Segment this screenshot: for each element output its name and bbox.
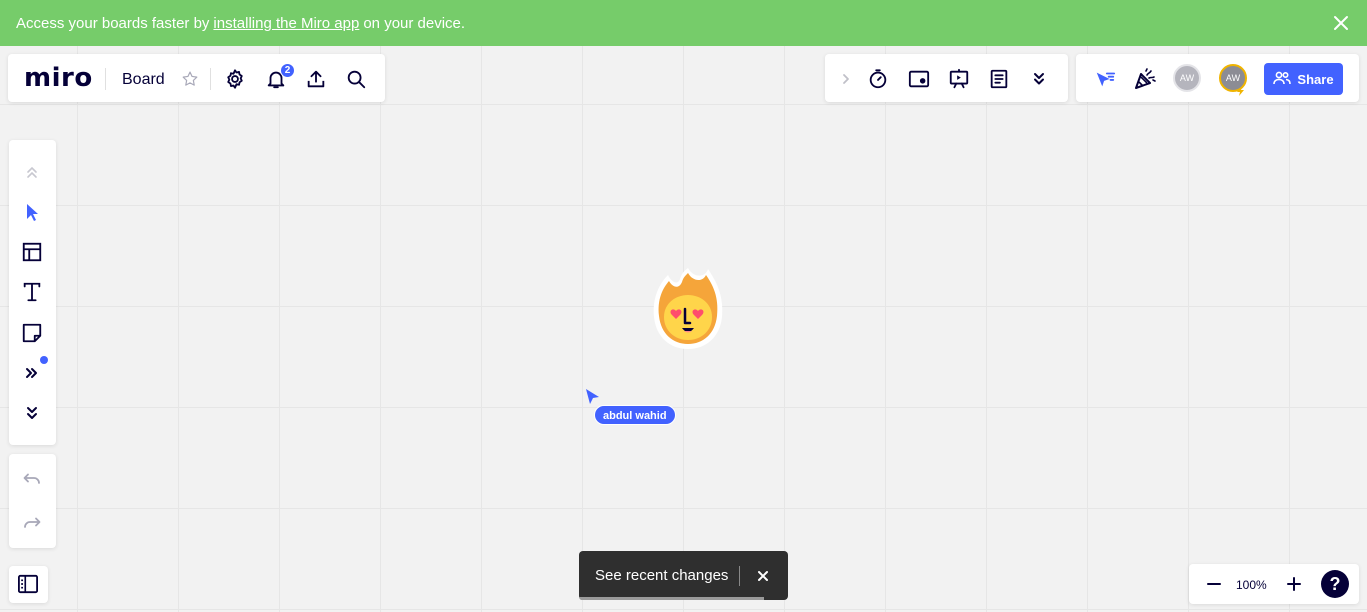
text-tool-icon[interactable] [16, 276, 48, 308]
left-toolbar [9, 140, 56, 445]
board-tools-panel [825, 54, 1068, 102]
zoom-panel: 100% ? [1189, 564, 1359, 604]
history-toolbar [9, 454, 56, 548]
collaborator-cursor-icon [585, 388, 601, 406]
board-name[interactable]: Board [122, 71, 165, 89]
collaborator-avatar[interactable]: AW [1173, 64, 1201, 92]
gear-icon[interactable] [219, 63, 251, 95]
presentation-icon[interactable] [943, 63, 975, 95]
people-icon [1273, 71, 1292, 88]
star-icon[interactable] [174, 63, 206, 95]
board-header-panel: miro Board 2 [8, 54, 385, 102]
toast-progress-bar [579, 597, 764, 600]
share-button[interactable]: Share [1264, 63, 1343, 95]
cursor-filter-icon[interactable] [1089, 63, 1121, 95]
timer-icon[interactable] [862, 63, 894, 95]
banner-text-after: on your device. [363, 14, 466, 32]
notification-count-badge: 2 [280, 63, 295, 78]
notes-icon[interactable] [983, 63, 1015, 95]
collaborator-cursor-label: abdul wahid [594, 405, 676, 425]
video-chat-icon[interactable] [903, 63, 935, 95]
banner-text-before: Access your boards faster by [16, 14, 210, 32]
chevron-double-down-icon[interactable] [1023, 63, 1055, 95]
zoom-in-icon[interactable] [1278, 568, 1310, 600]
close-icon[interactable] [755, 568, 771, 584]
install-app-link[interactable]: installing the Miro app [213, 15, 359, 32]
divider [210, 68, 211, 90]
see-recent-changes-link[interactable]: See recent changes [595, 567, 728, 584]
zoom-out-icon[interactable] [1198, 568, 1230, 600]
celebrate-icon[interactable] [1129, 63, 1161, 95]
undo-icon[interactable] [16, 464, 48, 496]
lightning-icon [1236, 83, 1246, 96]
share-label: Share [1297, 71, 1334, 87]
redo-icon[interactable] [16, 508, 48, 540]
divider [739, 566, 740, 586]
upload-icon[interactable] [300, 63, 332, 95]
search-icon[interactable] [340, 63, 372, 95]
chevron-right-icon[interactable] [830, 63, 862, 95]
board-panel-toggle[interactable] [9, 566, 48, 603]
recent-changes-toast: See recent changes [579, 551, 788, 600]
zoom-level[interactable]: 100% [1236, 578, 1267, 592]
divider [105, 68, 106, 90]
help-button[interactable]: ? [1321, 570, 1349, 598]
new-tool-indicator [40, 356, 48, 364]
frame-tool-icon[interactable] [16, 236, 48, 268]
sticky-note-icon[interactable] [16, 317, 48, 349]
close-icon[interactable] [1333, 15, 1349, 31]
collapse-up-icon[interactable] [16, 156, 48, 188]
install-app-banner: Access your boards faster by installing … [0, 0, 1367, 46]
sidebar-panel-icon[interactable] [12, 568, 44, 600]
select-tool-icon[interactable] [16, 196, 48, 228]
bell-icon[interactable]: 2 [260, 63, 295, 95]
miro-logo[interactable]: miro [24, 63, 93, 93]
expand-down-icon[interactable] [16, 397, 48, 429]
fire-heart-eyes-sticker[interactable] [650, 265, 726, 353]
